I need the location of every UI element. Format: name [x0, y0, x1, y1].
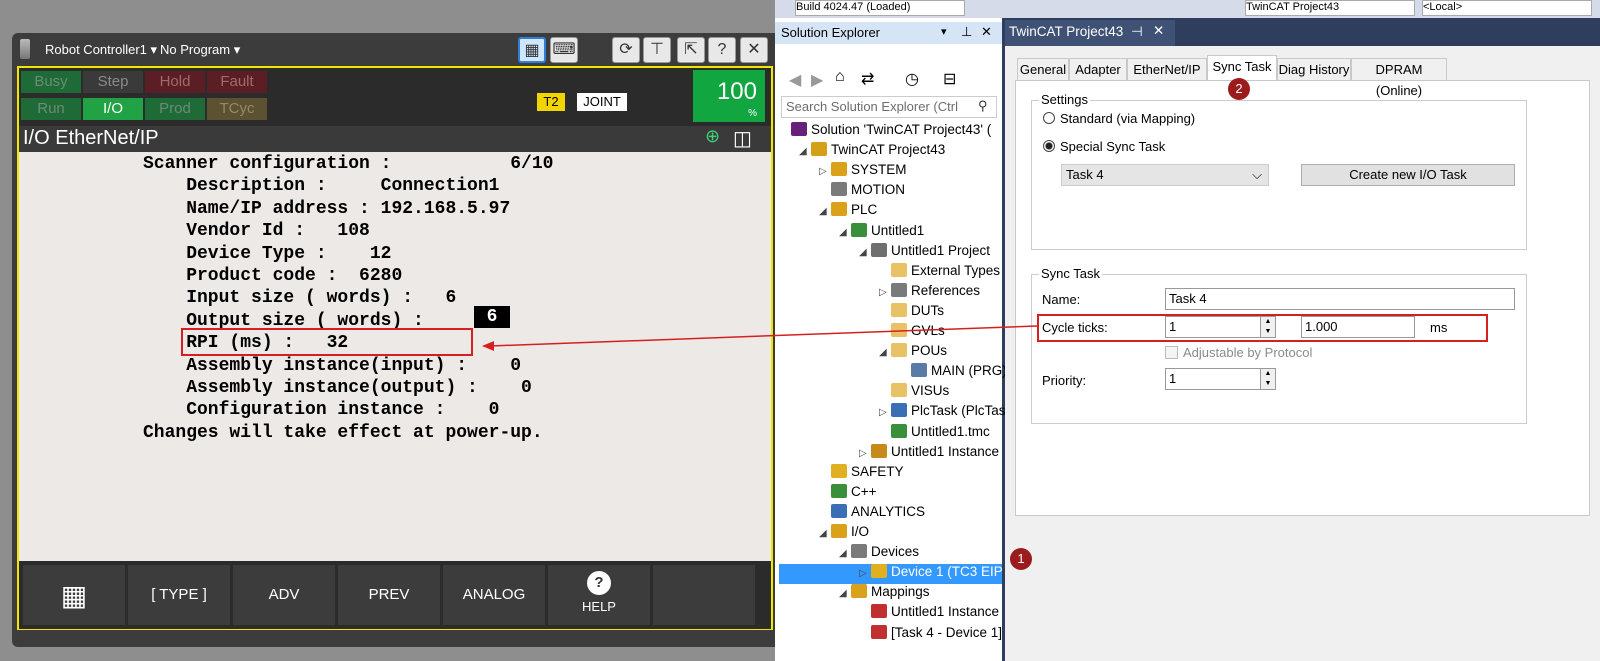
annotation-arrow [482, 325, 1038, 351]
